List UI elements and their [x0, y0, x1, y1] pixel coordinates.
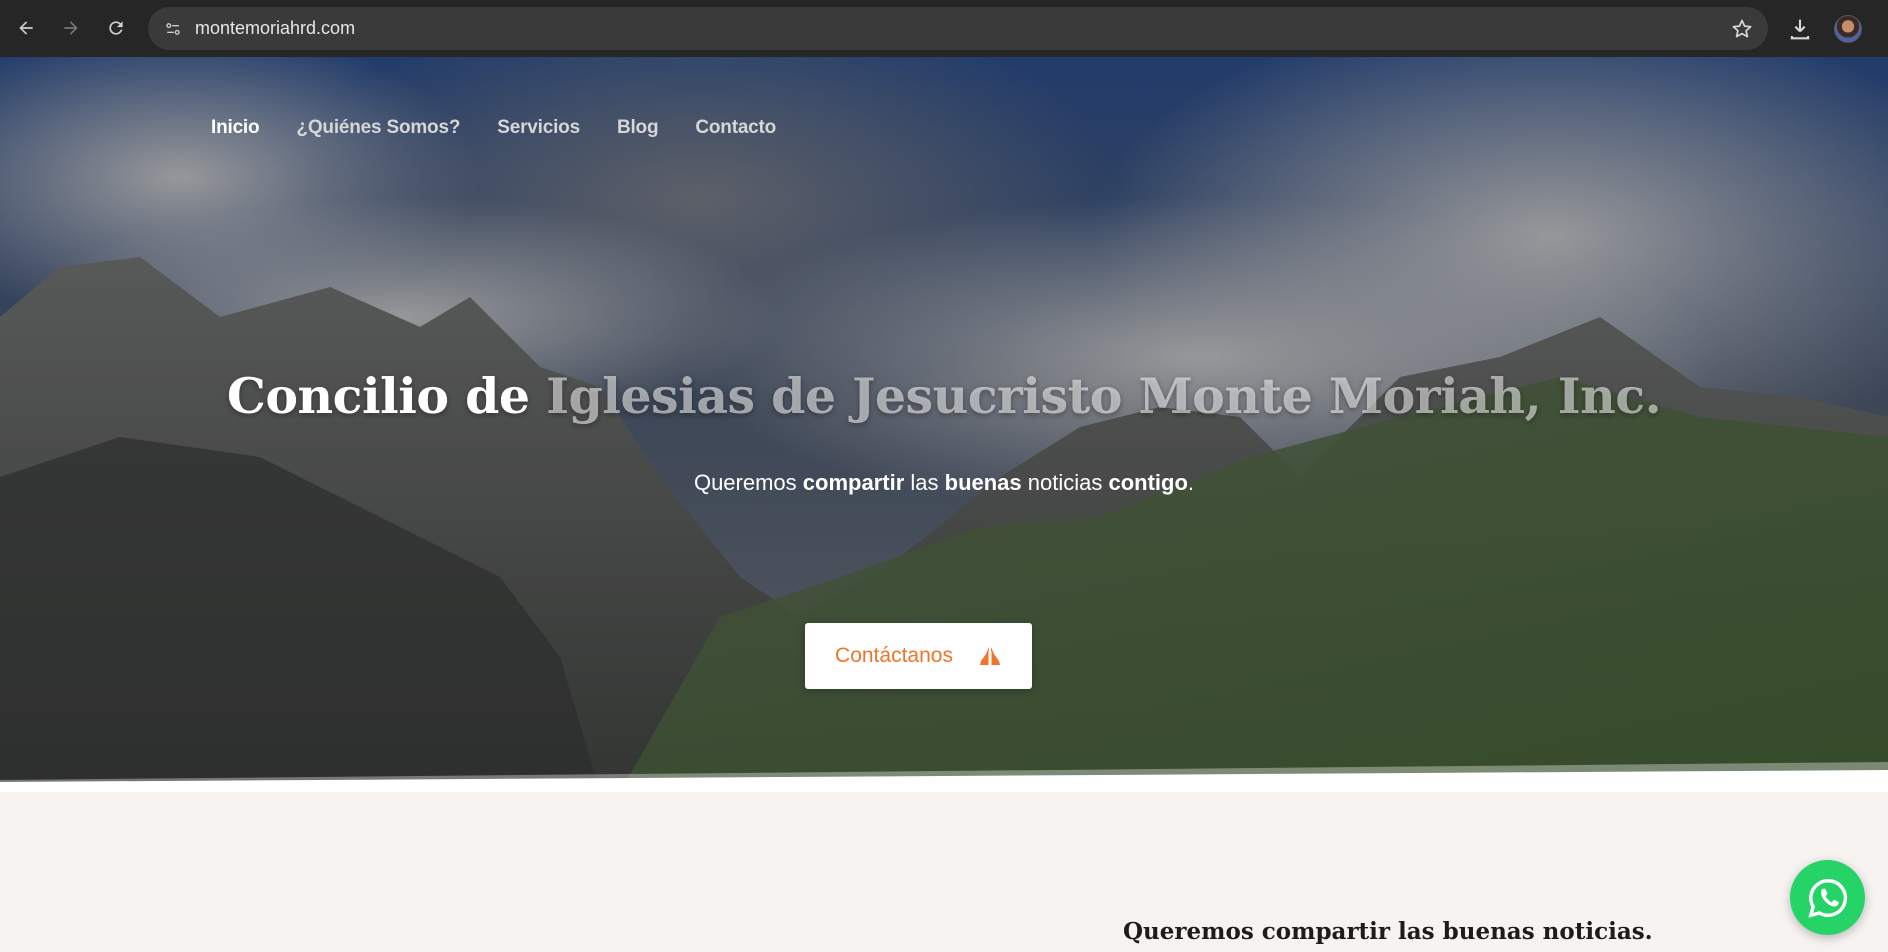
profile-avatar[interactable]	[1834, 15, 1862, 43]
section-heading: Queremos compartir las buenas noticias.	[1123, 918, 1653, 945]
bookmark-star-icon[interactable]	[1730, 17, 1754, 41]
tagline-bold: buenas	[944, 470, 1022, 495]
nav-item-servicios[interactable]: Servicios	[497, 117, 580, 139]
nav-item-blog[interactable]: Blog	[617, 117, 659, 139]
site-navigation: Inicio ¿Quiénes Somos? Servicios Blog Co…	[211, 117, 813, 139]
nav-item-inicio[interactable]: Inicio	[211, 117, 260, 139]
contact-button[interactable]: Contáctanos	[805, 623, 1032, 689]
contact-button-label: Contáctanos	[835, 644, 953, 667]
tagline-bold: compartir	[802, 470, 905, 495]
tagline-text: .	[1187, 470, 1195, 495]
intro-section: Queremos compartir las buenas noticias.	[0, 792, 1888, 952]
hero-section: Inicio ¿Quiénes Somos? Servicios Blog Co…	[0, 57, 1888, 792]
tagline-text: Queremos	[693, 470, 803, 495]
browser-toolbar: montemoriahrd.com	[0, 0, 1888, 57]
hero-title-part1: Concilio de	[226, 367, 547, 425]
address-bar[interactable]: montemoriahrd.com	[148, 7, 1768, 50]
praying-hands-icon	[979, 647, 1000, 665]
hero-title: Concilio de Iglesias de Jesucristo Monte…	[0, 367, 1888, 425]
tagline-bold: contigo	[1108, 470, 1188, 495]
download-icon[interactable]	[1786, 15, 1814, 43]
whatsapp-button[interactable]	[1790, 860, 1865, 935]
site-info-icon[interactable]	[158, 14, 188, 44]
nav-item-contacto[interactable]: Contacto	[695, 117, 776, 139]
tagline-text: las	[904, 470, 945, 495]
hero-bottom-divider	[0, 762, 1888, 792]
hero-title-part2: Iglesias de Jesucristo Monte Moriah, Inc…	[546, 367, 1662, 425]
url-text[interactable]: montemoriahrd.com	[195, 7, 355, 50]
whatsapp-icon	[1807, 878, 1847, 918]
forward-arrow-icon[interactable]	[53, 10, 89, 46]
reload-icon[interactable]	[98, 10, 134, 46]
nav-item-quienes-somos[interactable]: ¿Quiénes Somos?	[296, 117, 460, 139]
back-arrow-icon[interactable]	[8, 10, 44, 46]
hero-tagline: Queremos compartir las buenas noticias c…	[0, 470, 1888, 496]
tagline-text: noticias	[1021, 470, 1109, 495]
